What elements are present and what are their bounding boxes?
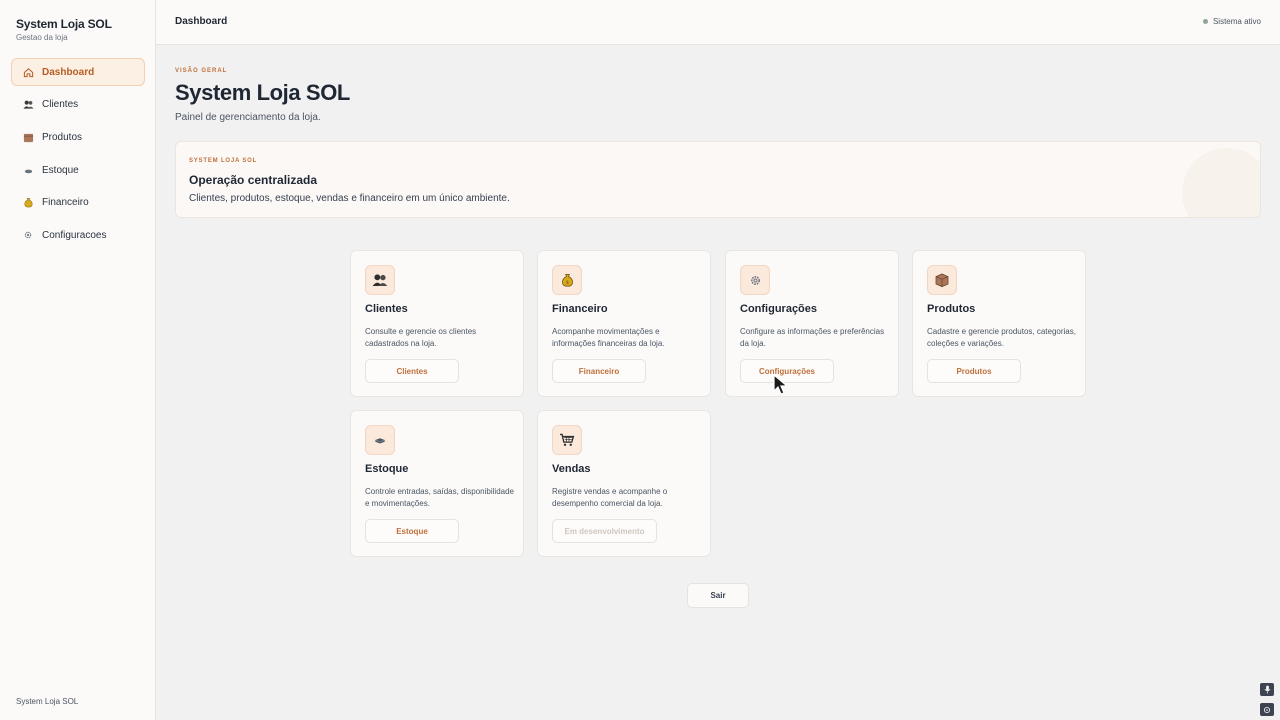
microphone-icon[interactable] [1260, 683, 1274, 696]
card-description: Acompanhe movimentações e informações fi… [552, 327, 665, 348]
brand-title: System Loja SOL [16, 17, 112, 31]
banner-eyebrow: SYSTEM LOJA SOL [189, 158, 258, 164]
money-bag-icon [22, 197, 34, 209]
card-title: Produtos [927, 303, 976, 315]
banner-title: Operação centralizada [189, 173, 318, 187]
card-title: Clientes [365, 303, 408, 315]
card-clientes: Clientes Consulte e gerencie os clientes… [350, 250, 524, 397]
sidebar-item-financeiro[interactable]: Financeiro [11, 189, 145, 217]
status-text: Sistema ativo [1212, 17, 1261, 26]
topbar-title: Dashboard [175, 16, 228, 27]
sidebar-footer: System Loja SOL [16, 697, 79, 706]
card-estoque: Estoque Controle entradas, saídas, dispo… [350, 410, 524, 557]
card-title: Estoque [365, 463, 409, 475]
card-produtos: Produtos Cadastre e gerencie produtos, c… [912, 250, 1086, 397]
sidebar: System Loja SOL Gestao da loja Dashboard… [0, 0, 156, 720]
box-icon [927, 265, 957, 295]
sidebar-item-label: Configuracoes [42, 229, 107, 241]
home-icon [22, 66, 34, 78]
sidebar-item-dashboard[interactable]: Dashboard [11, 58, 145, 86]
refresh-icon[interactable] [1260, 703, 1274, 716]
banner-text: Clientes, produtos, estoque, vendas e fi… [189, 193, 510, 204]
card-description: Controle entradas, saídas, disponibilida… [365, 487, 514, 508]
box-icon [22, 131, 34, 143]
sidebar-item-label: Clientes [42, 99, 79, 111]
vendas-button: Em desenvolvimento [552, 519, 657, 543]
card-title: Financeiro [552, 303, 608, 315]
users-icon [22, 99, 34, 111]
sidebar-item-estoque[interactable]: Estoque [11, 156, 145, 184]
sidebar-item-label: Produtos [42, 131, 83, 143]
gear-icon [22, 229, 34, 241]
card-description: Consulte e gerencie os clientes cadastra… [365, 327, 477, 348]
brand-subtitle: Gestao da loja [16, 33, 68, 42]
gear-icon [740, 265, 770, 295]
page-subtitle: Painel de gerenciamento da loja. [175, 112, 321, 123]
card-description: Registre vendas e acompanhe o desempenho… [552, 487, 668, 508]
card-title: Vendas [552, 463, 591, 475]
sidebar-item-produtos[interactable]: Produtos [11, 123, 145, 151]
users-icon [365, 265, 395, 295]
estoque-button[interactable]: Estoque [365, 519, 459, 543]
status-dot [1202, 19, 1208, 24]
page-eyebrow: VISÃO GERAL [175, 68, 228, 74]
svg-text:$: $ [565, 280, 568, 286]
sidebar-item-label: Dashboard [42, 66, 95, 78]
sidebar-item-configuracoes[interactable]: Configuracoes [11, 221, 145, 249]
mouse-cursor-icon [773, 374, 789, 395]
card-configuracoes: Configurações Configure as informações e… [725, 250, 899, 397]
stock-icon [22, 164, 34, 176]
status-indicator: Sistema ativo [1202, 17, 1261, 26]
financeiro-button[interactable]: Financeiro [552, 359, 646, 383]
banner-decoration [1182, 148, 1260, 217]
overview-banner: SYSTEM LOJA SOL Operação centralizada Cl… [175, 141, 1261, 218]
page-title: System Loja SOL [175, 80, 350, 105]
card-description: Configure as informações e preferências … [740, 327, 885, 348]
stock-icon [365, 425, 395, 455]
cart-icon [552, 425, 582, 455]
card-title: Configurações [740, 303, 818, 315]
sidebar-item-label: Estoque [42, 164, 79, 176]
sidebar-nav: Dashboard Clientes Produtos Estoque Fina… [11, 58, 145, 254]
card-vendas: Vendas Registre vendas e acompanhe o des… [537, 410, 711, 557]
produtos-button[interactable]: Produtos [927, 359, 1021, 383]
card-description: Cadastre e gerencie produtos, categorias… [927, 327, 1076, 348]
clientes-button[interactable]: Clientes [365, 359, 459, 383]
topbar: Dashboard Sistema ativo [156, 0, 1280, 45]
logout-button[interactable]: Sair [687, 583, 749, 608]
sidebar-item-label: Financeiro [42, 197, 89, 209]
card-financeiro: $ Financeiro Acompanhe movimentações e i… [537, 250, 711, 397]
sidebar-item-clientes[interactable]: Clientes [11, 91, 145, 119]
money-bag-icon: $ [552, 265, 582, 295]
